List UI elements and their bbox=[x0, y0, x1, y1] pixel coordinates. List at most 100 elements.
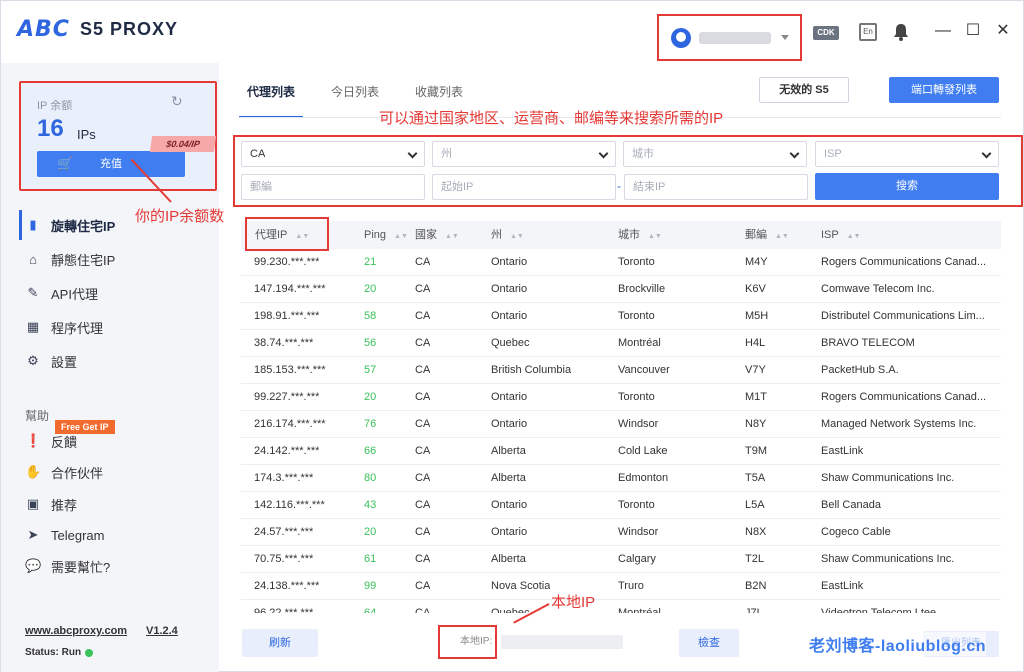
cell-proxy-ip: 38.74.***.*** bbox=[254, 337, 314, 349]
sidebar-item-feedback[interactable]: ❗ 反饋 bbox=[1, 424, 219, 458]
cell-isp: BRAVO TELECOM bbox=[821, 337, 915, 349]
sidebar-item-referral[interactable]: ▣ 推荐 bbox=[1, 487, 219, 521]
cell-proxy-ip: 70.75.***.*** bbox=[254, 553, 314, 565]
sidebar-item-static-residential[interactable]: ⌂ 靜態住宅IP bbox=[1, 242, 219, 276]
table-row[interactable]: 24.138.***.*** 99 CA Nova Scotia Truro B2N Eas… bbox=[241, 573, 1001, 600]
table-row[interactable]: 99.227.***.*** 20 CA Ontario Toronto M1T Roger… bbox=[241, 384, 1001, 411]
cell-country: CA bbox=[415, 526, 431, 538]
cell-isp: EastLink bbox=[821, 445, 864, 457]
cell-city: Windsor bbox=[618, 526, 659, 538]
table-row[interactable]: 147.194.***.*** 20 CA Ontario Brockville K6V C… bbox=[241, 276, 1001, 303]
start-ip-input[interactable]: 起始IP bbox=[432, 174, 616, 200]
cell-zip: M4Y bbox=[745, 256, 768, 268]
column-country[interactable]: 國家 ▲▼ bbox=[415, 221, 459, 249]
table-row[interactable]: 99.230.***.*** 21 CA Ontario Toronto M4Y Roger… bbox=[241, 249, 1001, 276]
check-button[interactable]: 檢查 bbox=[679, 629, 739, 657]
isp-select[interactable]: ISP bbox=[815, 141, 999, 167]
cell-state: Alberta bbox=[491, 445, 526, 457]
column-ping[interactable]: Ping ▲▼ bbox=[364, 221, 408, 249]
sidebar-item-settings[interactable]: ⚙ 設置 bbox=[1, 344, 219, 378]
cell-ping: 66 bbox=[364, 445, 377, 457]
cell-country: CA bbox=[415, 391, 431, 403]
cell-city: Truro bbox=[618, 580, 644, 592]
cell-isp: Rogers Communications Canad... bbox=[821, 256, 987, 268]
cell-isp: Distributel Communications Lim... bbox=[821, 310, 985, 322]
table-row[interactable]: 216.174.***.*** 76 CA Ontario Windsor N8Y Mana… bbox=[241, 411, 1001, 438]
sidebar-item-api-proxy[interactable]: ✎ API代理 bbox=[1, 276, 219, 310]
balance-annotation: 你的IP余额数 bbox=[135, 208, 225, 225]
tab-today-list[interactable]: 今日列表 bbox=[323, 73, 387, 117]
cell-proxy-ip: 142.116.***.*** bbox=[254, 499, 325, 511]
cell-country: CA bbox=[415, 499, 431, 511]
cell-zip: T2L bbox=[745, 553, 764, 565]
cell-ping: 99 bbox=[364, 580, 377, 592]
sort-icon: ▲▼ bbox=[846, 233, 861, 240]
cell-isp: PacketHub S.A. bbox=[821, 364, 899, 376]
cdk-button[interactable]: CDK bbox=[813, 26, 839, 40]
table-row[interactable]: 24.57.***.*** 20 CA Ontario Windsor N8X Cogeco… bbox=[241, 519, 1001, 546]
column-zip[interactable]: 郵編 ▲▼ bbox=[745, 221, 789, 249]
cell-state: British Columbia bbox=[491, 364, 572, 376]
sidebar-item-label: API代理 bbox=[51, 286, 98, 302]
column-isp[interactable]: ISP ▲▼ bbox=[821, 221, 861, 249]
country-select[interactable]: CA bbox=[241, 141, 425, 167]
port-forward-list-button[interactable]: 端口轉發列表 bbox=[889, 77, 999, 103]
table-row[interactable]: 70.75.***.*** 61 CA Alberta Calgary T2L Shaw C… bbox=[241, 546, 1001, 573]
cell-ping: 64 bbox=[364, 607, 377, 613]
cell-country: CA bbox=[415, 472, 431, 484]
cell-isp: Shaw Communications Inc. bbox=[821, 472, 955, 484]
cell-proxy-ip: 216.174.***.*** bbox=[254, 418, 326, 430]
status-text: Status: Run bbox=[25, 647, 82, 658]
gear-icon: ⚙ bbox=[27, 353, 39, 368]
cell-proxy-ip: 147.194.***.*** bbox=[254, 283, 326, 295]
search-button[interactable]: 搜索 bbox=[815, 173, 999, 200]
cell-city: Calgary bbox=[618, 553, 656, 565]
invalid-s5-button[interactable]: 无效的 S5 bbox=[759, 77, 849, 103]
cell-state: Ontario bbox=[491, 256, 528, 268]
table-row[interactable]: 142.116.***.*** 43 CA Ontario Toronto L5A Bell… bbox=[241, 492, 1001, 519]
refresh-icon[interactable]: ↻ bbox=[171, 93, 183, 110]
sort-icon: ▲▼ bbox=[394, 233, 408, 240]
cell-isp: Videotron Telecom Ltee bbox=[821, 607, 937, 613]
cell-proxy-ip: 174.3.***.*** bbox=[254, 472, 314, 484]
table-row[interactable]: 198.91.***.*** 58 CA Ontario Toronto M5H Distr… bbox=[241, 303, 1001, 330]
city-select[interactable]: 城市 bbox=[623, 141, 807, 167]
sidebar-item-telegram[interactable]: ➤ Telegram bbox=[1, 518, 219, 552]
table-row[interactable]: 24.142.***.*** 66 CA Alberta Cold Lake T9M Eas… bbox=[241, 438, 1001, 465]
recharge-label: 充值 bbox=[100, 158, 122, 170]
sidebar-item-help[interactable]: 💬 需要幫忙? bbox=[1, 549, 219, 583]
column-city[interactable]: 城市 ▲▼ bbox=[618, 221, 662, 249]
close-button[interactable]: ✕ bbox=[993, 21, 1013, 41]
language-icon[interactable]: En bbox=[859, 23, 877, 41]
home-icon: ⌂ bbox=[29, 251, 37, 267]
maximize-button[interactable]: ☐ bbox=[963, 21, 983, 41]
recharge-button[interactable]: 🛒 充值 bbox=[37, 151, 185, 177]
product-name: S5 PROXY bbox=[79, 19, 178, 39]
state-select[interactable]: 州 bbox=[432, 141, 616, 167]
cell-proxy-ip: 198.91.***.*** bbox=[254, 310, 320, 322]
logo-mark: ABC bbox=[17, 17, 70, 42]
table-row[interactable]: 96.22.***.*** 64 CA Quebec Montréal J7L Videot… bbox=[241, 600, 1001, 613]
api-icon: ✎ bbox=[27, 285, 39, 300]
end-ip-input[interactable]: 結束IP bbox=[624, 174, 808, 200]
cell-country: CA bbox=[415, 553, 431, 565]
minimize-button[interactable]: — bbox=[933, 21, 953, 41]
cell-country: CA bbox=[415, 418, 431, 430]
sidebar-item-program-proxy[interactable]: ▦ 程序代理 bbox=[1, 310, 219, 344]
gift-icon: ▣ bbox=[26, 496, 40, 511]
account-dropdown[interactable] bbox=[657, 14, 802, 61]
bell-icon[interactable] bbox=[893, 23, 909, 41]
refresh-button[interactable]: 刷新 bbox=[242, 629, 318, 657]
table-row[interactable]: 174.3.***.*** 80 CA Alberta Edmonton T5A Shaw … bbox=[241, 465, 1001, 492]
zip-input[interactable]: 郵編 bbox=[241, 174, 425, 200]
website-link[interactable]: www.abcproxy.com bbox=[25, 625, 127, 637]
column-state[interactable]: 州 ▲▼ bbox=[491, 221, 524, 249]
version-link[interactable]: V1.2.4 bbox=[146, 625, 178, 637]
proxy-table-body: 99.230.***.*** 21 CA Ontario Toronto M4Y Roger… bbox=[241, 249, 1001, 613]
sidebar-item-partners[interactable]: ✋ 合作伙伴 bbox=[1, 455, 219, 489]
table-row[interactable]: 38.74.***.*** 56 CA Quebec Montréal H4L BRAVO … bbox=[241, 330, 1001, 357]
tab-proxy-list[interactable]: 代理列表 bbox=[239, 73, 304, 118]
table-row[interactable]: 185.153.***.*** 57 CA British Columbia Vanco… bbox=[241, 357, 1001, 384]
local-ip-annotation: 本地IP bbox=[551, 594, 596, 611]
cell-state: Nova Scotia bbox=[491, 580, 551, 592]
